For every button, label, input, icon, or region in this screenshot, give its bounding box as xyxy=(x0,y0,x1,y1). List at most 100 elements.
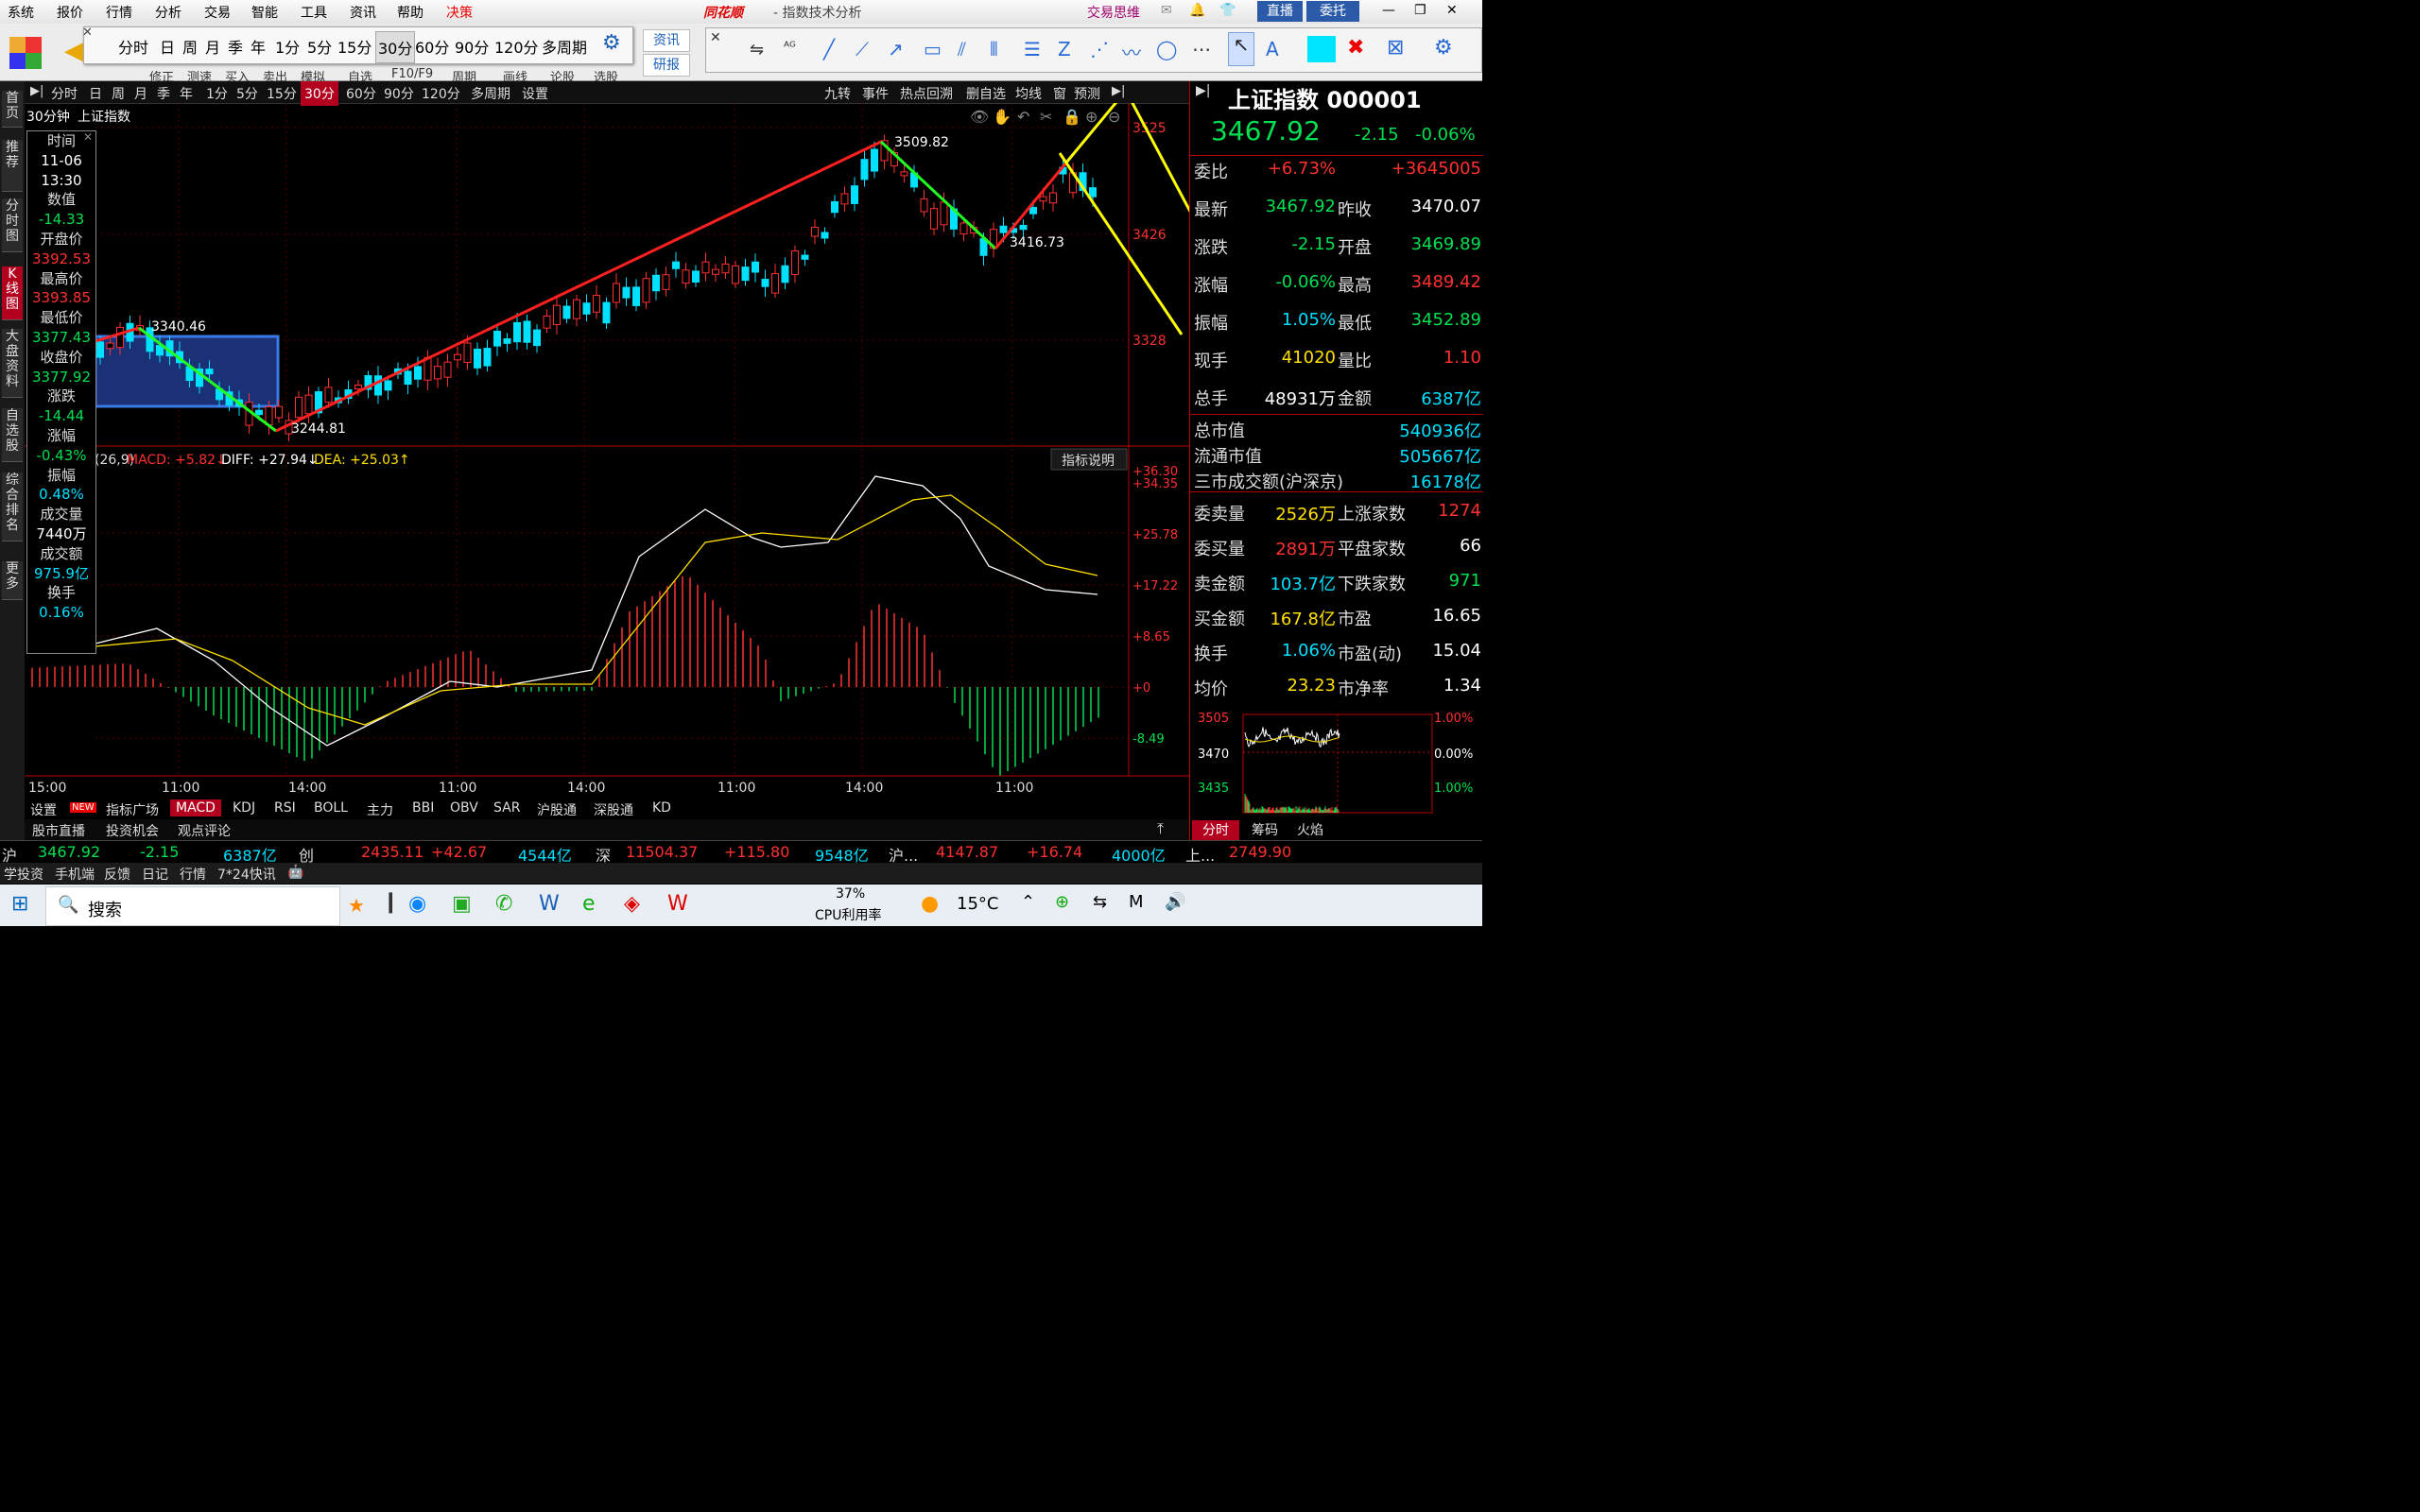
tool-delete-icon[interactable]: ✖ xyxy=(1347,36,1364,60)
indicator-tab-main[interactable]: 主力 xyxy=(367,800,393,819)
menu-item-smart[interactable]: 智能 xyxy=(251,3,278,22)
menu-item-news[interactable]: 资讯 xyxy=(350,3,376,22)
indicator-tab-kd[interactable]: KD xyxy=(652,800,671,816)
indicator-tab-kdj[interactable]: KDJ xyxy=(233,800,255,816)
period-tab-60m[interactable]: 60分 xyxy=(346,84,376,103)
popup-period-60m[interactable]: 60分 xyxy=(415,35,449,58)
period-tab-quarter[interactable]: 季 xyxy=(157,84,170,103)
tool-pointer-icon[interactable]: ↖ xyxy=(1228,32,1254,66)
tool-vlines-icon[interactable]: ⦀ xyxy=(990,38,998,60)
panel-collapse-icon[interactable]: ▶| xyxy=(1196,83,1210,98)
menu-item-decision[interactable]: 决策 xyxy=(446,3,473,22)
period-tab-120m[interactable]: 120分 xyxy=(422,84,460,103)
status-link-feedback[interactable]: 反馈 xyxy=(104,865,130,884)
tool-remove-watch[interactable]: 删自选 xyxy=(966,84,1006,103)
panel-tab-flame[interactable]: 火焰 xyxy=(1288,820,1332,841)
popup-period-120m[interactable]: 120分 xyxy=(494,35,539,58)
scroll-top-icon[interactable]: ⤒ xyxy=(1157,819,1164,838)
left-tab-kline[interactable]: K线图 xyxy=(2,266,23,320)
popup-period-week[interactable]: 周 xyxy=(182,35,198,58)
tool-events[interactable]: 事件 xyxy=(862,84,889,103)
period-tab-day[interactable]: 日 xyxy=(89,84,102,103)
lock-icon[interactable]: 🔒 xyxy=(1063,108,1081,126)
tool-fan-icon[interactable]: ⋰ xyxy=(1090,38,1109,60)
toolbar-label-f10[interactable]: F10/F9 xyxy=(391,67,433,81)
tool-wave-icon[interactable]: 〰 xyxy=(1122,38,1141,65)
status-link-learn[interactable]: 学投资 xyxy=(4,865,43,884)
menu-item-quote[interactable]: 报价 xyxy=(57,3,83,22)
left-tab-market-info[interactable]: 大盘资料 xyxy=(2,329,23,398)
tray-network-icon[interactable]: ⇆ xyxy=(1093,892,1107,912)
left-tab-home[interactable]: 首页 xyxy=(2,91,23,128)
popup-period-5m[interactable]: 5分 xyxy=(307,35,332,58)
undo-icon[interactable]: ↶ xyxy=(1017,108,1029,126)
period-tab-90m[interactable]: 90分 xyxy=(384,84,414,103)
popup-period-year[interactable]: 年 xyxy=(251,35,266,58)
app-icon-2[interactable]: ▣ xyxy=(452,892,472,916)
indicator-tab-sar[interactable]: SAR xyxy=(493,800,520,816)
browser-icon[interactable]: e xyxy=(582,892,596,916)
tool-font-icon[interactable]: A xyxy=(1266,38,1279,60)
status-link-diary[interactable]: 日记 xyxy=(142,865,168,884)
bell-icon[interactable]: 🔔 xyxy=(1189,3,1205,18)
panel-tab-chips[interactable]: 筹码 xyxy=(1243,820,1287,841)
left-tab-recommend[interactable]: 推荐 xyxy=(2,140,23,192)
mini-timeshare-chart[interactable]: 3505 3470 3435 1.00% 0.00% 1.00% xyxy=(1190,709,1483,816)
tool-forecast[interactable]: 预测 xyxy=(1074,84,1100,103)
period-tab-15m[interactable]: 15分 xyxy=(267,84,297,103)
app-star-icon[interactable]: ★ xyxy=(348,894,365,917)
trade-thinking-link[interactable]: 交易思维 xyxy=(1087,3,1140,22)
tool-text-icon[interactable]: ᴬᴳ xyxy=(784,40,796,55)
tool-channel-icon[interactable]: ⫽ xyxy=(958,38,966,60)
indicator-tab-rsi[interactable]: RSI xyxy=(274,800,296,816)
order-button[interactable]: 委托 xyxy=(1306,1,1359,22)
popup-period-30m[interactable]: 30分 xyxy=(375,31,416,63)
hand-icon[interactable]: ✋ xyxy=(993,108,1011,126)
tool-zigzag-icon[interactable]: Z xyxy=(1058,38,1071,60)
link-opportunity[interactable]: 投资机会 xyxy=(106,821,159,840)
eye-icon[interactable]: 👁 xyxy=(970,108,989,126)
menu-item-tools[interactable]: 工具 xyxy=(301,3,327,22)
collapse-icon[interactable]: ▶| xyxy=(30,84,43,98)
popup-settings-icon[interactable]: ⚙ xyxy=(602,31,621,55)
scissors-icon[interactable]: ✂ xyxy=(1040,108,1052,126)
period-tab-1m[interactable]: 1分 xyxy=(206,84,228,103)
tool-rect-icon[interactable]: ▭ xyxy=(924,38,942,60)
tonghuashun-icon[interactable]: ◈ xyxy=(624,892,640,916)
period-tab-tick[interactable]: 分时 xyxy=(51,84,78,103)
menu-item-help[interactable]: 帮助 xyxy=(397,3,424,22)
robot-icon[interactable]: 🤖 xyxy=(287,865,303,880)
taskbar-search-box[interactable]: 🔍 搜索 xyxy=(45,886,340,926)
shirt-icon[interactable]: 👕 xyxy=(1219,3,1236,18)
left-tab-timeshare[interactable]: 分时图 xyxy=(2,198,23,252)
period-tab-multi[interactable]: 多周期 xyxy=(471,84,510,103)
menu-item-system[interactable]: 系统 xyxy=(8,3,34,22)
popup-period-multi[interactable]: 多周期 xyxy=(542,35,587,58)
wps-icon[interactable]: W xyxy=(667,892,688,916)
drawing-toolbar-close-icon[interactable]: ✕ xyxy=(710,30,721,45)
status-link-mobile[interactable]: 手机端 xyxy=(55,865,95,884)
tool-ma[interactable]: 均线 xyxy=(1015,84,1042,103)
research-button[interactable]: 研报 xyxy=(643,54,690,77)
zoom-in-icon[interactable]: ⊕ xyxy=(1085,108,1098,126)
popup-period-1m[interactable]: 1分 xyxy=(275,35,300,58)
indicator-tab-boll[interactable]: BOLL xyxy=(314,800,348,816)
tool-ray-icon[interactable]: ↗ xyxy=(888,38,904,60)
status-link-market[interactable]: 行情 xyxy=(180,865,206,884)
expand-icon[interactable]: ▶| xyxy=(1112,84,1125,98)
live-button[interactable]: 直播 xyxy=(1257,1,1303,22)
tray-volume-icon[interactable]: 🔊 xyxy=(1165,892,1185,912)
left-tab-ranking[interactable]: 综合排名 xyxy=(2,472,23,541)
indicator-tab-macd[interactable]: MACD xyxy=(170,799,221,816)
indicator-plaza-tab[interactable]: 指标广场 xyxy=(106,800,159,819)
indicator-tab-hgt[interactable]: 沪股通 xyxy=(537,800,577,819)
info-box-close-icon[interactable]: ✕ xyxy=(83,130,93,144)
indicator-tab-obv[interactable]: OBV xyxy=(450,800,478,816)
tool-more-icon[interactable]: ⋯ xyxy=(1192,38,1211,60)
news-button[interactable]: 资讯 xyxy=(643,29,690,52)
panel-tab-timeshare[interactable]: 分时 xyxy=(1192,820,1239,841)
status-link-news-flash[interactable]: 7*24快讯 xyxy=(217,865,276,884)
tool-save-icon[interactable]: ⊠ xyxy=(1387,36,1404,60)
close-icon[interactable]: ✕ xyxy=(1446,3,1458,18)
popup-period-90m[interactable]: 90分 xyxy=(455,35,489,58)
